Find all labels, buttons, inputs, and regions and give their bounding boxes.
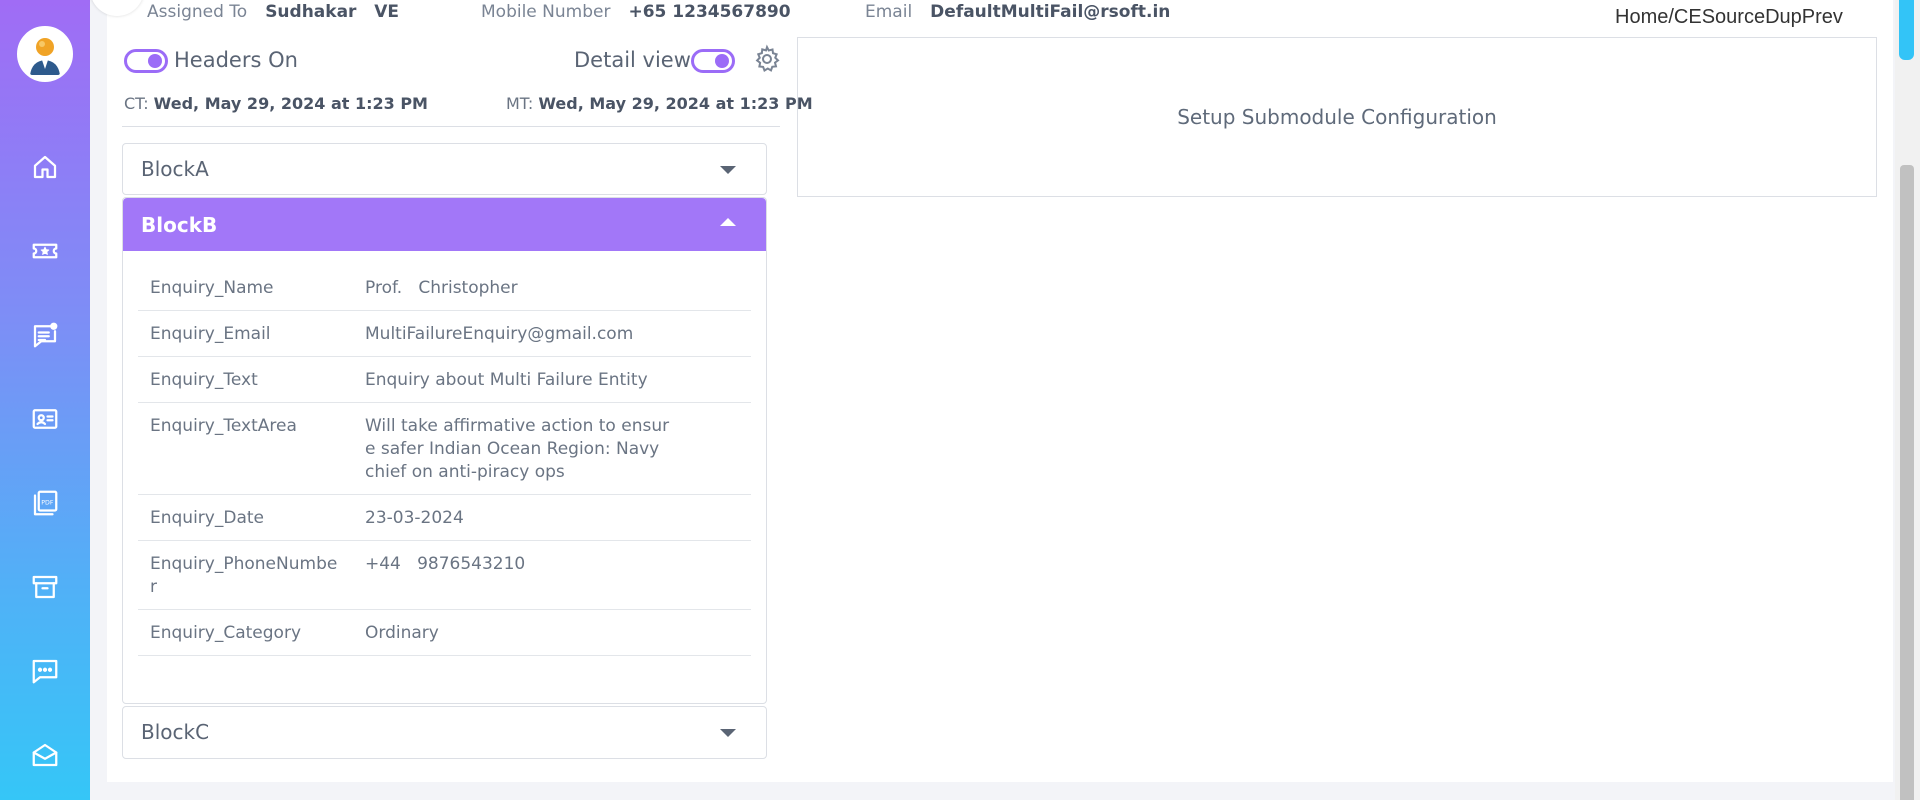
- field-row: Enquiry_TextArea Will take affirmative a…: [138, 403, 751, 495]
- field-row: Enquiry_Date 23-03-2024: [138, 495, 751, 541]
- nav-chat-icon[interactable]: [25, 651, 65, 691]
- chevron-up-icon: [720, 218, 736, 226]
- created-time: CT: Wed, May 29, 2024 at 1:23 PM: [124, 94, 428, 113]
- block-b: BlockB Enquiry_Name Prof. Christopher En…: [122, 197, 767, 704]
- field-label: Enquiry_Name: [150, 278, 274, 298]
- page-scrollbar[interactable]: [1895, 0, 1920, 800]
- scrollbar-thumb[interactable]: [1900, 165, 1914, 800]
- modified-time: MT: Wed, May 29, 2024 at 1:23 PM: [506, 94, 813, 113]
- detail-view-label: Detail view: [574, 48, 691, 72]
- nav-ticket-icon[interactable]: [25, 231, 65, 271]
- field-label: Enquiry_PhoneNumber: [150, 554, 338, 597]
- field-row: Enquiry_Email MultiFailureEnquiry@gmail.…: [138, 311, 751, 357]
- block-b-title: BlockB: [141, 212, 218, 237]
- field-label: Enquiry_Date: [150, 508, 264, 528]
- assigned-to: Assigned To Sudhakar VE: [147, 2, 399, 22]
- block-a-title: BlockA: [141, 157, 209, 181]
- headers-toggle-label: Headers On: [174, 48, 298, 72]
- field-label: Enquiry_Text: [150, 370, 258, 390]
- block-b-rows: Enquiry_Name Prof. Christopher Enquiry_E…: [123, 251, 766, 670]
- chevron-down-icon: [720, 729, 736, 737]
- nav-contact-card-icon[interactable]: [25, 399, 65, 439]
- field-label: Enquiry_Category: [150, 623, 302, 643]
- headers-toggle-knob: [148, 54, 162, 68]
- field-row: Enquiry_Category Ordinary: [138, 610, 751, 656]
- block-a-header[interactable]: BlockA: [123, 144, 766, 194]
- block-c-header[interactable]: BlockC: [123, 707, 766, 757]
- breadcrumb: Home/CESourceDupPrev: [1615, 6, 1843, 29]
- block-c-title: BlockC: [141, 720, 210, 744]
- setup-submodule-text[interactable]: Setup Submodule Configuration: [1177, 105, 1497, 129]
- user-avatar[interactable]: [17, 26, 73, 82]
- field-value: +44 9876543210: [365, 554, 526, 574]
- field-value: 23-03-2024: [365, 508, 464, 528]
- field-value: Prof. Christopher: [365, 278, 518, 298]
- scrollbar-top-cap: [1899, 0, 1914, 60]
- sidebar: PDF: [0, 0, 90, 800]
- mt-value: Wed, May 29, 2024 at 1:23 PM: [538, 94, 813, 113]
- nav-notes-icon[interactable]: [25, 315, 65, 355]
- mobile-value: +65 1234567890: [628, 2, 791, 22]
- field-row: Enquiry_PhoneNumber +44 9876543210: [138, 541, 751, 610]
- email-label: Email: [865, 2, 913, 22]
- field-label: Enquiry_TextArea: [150, 416, 297, 436]
- mt-label: MT:: [506, 94, 534, 113]
- mobile-label: Mobile Number: [481, 2, 611, 22]
- breadcrumb-current: CESourceDupPrev: [1673, 6, 1843, 28]
- nav-pdf-icon[interactable]: PDF: [25, 483, 65, 523]
- field-label: Enquiry_Email: [150, 324, 271, 344]
- detail-view-toggle[interactable]: [691, 49, 735, 73]
- field-value: Enquiry about Multi Failure Entity: [365, 370, 648, 390]
- divider: [122, 126, 780, 127]
- ct-value: Wed, May 29, 2024 at 1:23 PM: [153, 94, 428, 113]
- ct-label: CT:: [124, 94, 149, 113]
- chevron-down-icon: [720, 166, 736, 174]
- user-avatar-icon: [20, 29, 70, 79]
- nav-home-icon[interactable]: [25, 147, 65, 187]
- nav-archive-icon[interactable]: [25, 567, 65, 607]
- field-value: Ordinary: [365, 623, 439, 643]
- field-value: MultiFailureEnquiry@gmail.com: [365, 324, 634, 344]
- field-row: Enquiry_Text Enquiry about Multi Failure…: [138, 357, 751, 403]
- mobile-number: Mobile Number +65 1234567890: [481, 2, 791, 22]
- assigned-to-value: Sudhakar VE: [265, 2, 399, 22]
- breadcrumb-home[interactable]: Home: [1615, 6, 1668, 28]
- gear-icon[interactable]: [752, 44, 782, 74]
- block-b-header[interactable]: BlockB: [123, 198, 766, 251]
- field-row: Enquiry_Name Prof. Christopher: [138, 265, 751, 311]
- headers-toggle[interactable]: [124, 49, 168, 73]
- email: Email DefaultMultiFail@rsoft.in: [865, 2, 1170, 22]
- nav-mail-icon[interactable]: [25, 735, 65, 775]
- email-value: DefaultMultiFail@rsoft.in: [930, 2, 1171, 22]
- setup-submodule-panel: Setup Submodule Configuration: [797, 37, 1877, 197]
- svg-text:PDF: PDF: [41, 499, 54, 506]
- detail-view-toggle-knob: [715, 54, 729, 68]
- assigned-to-label: Assigned To: [147, 2, 248, 22]
- field-value: Will take affirmative action to ensure s…: [365, 416, 670, 482]
- block-c: BlockC: [122, 706, 767, 759]
- block-a: BlockA: [122, 143, 767, 195]
